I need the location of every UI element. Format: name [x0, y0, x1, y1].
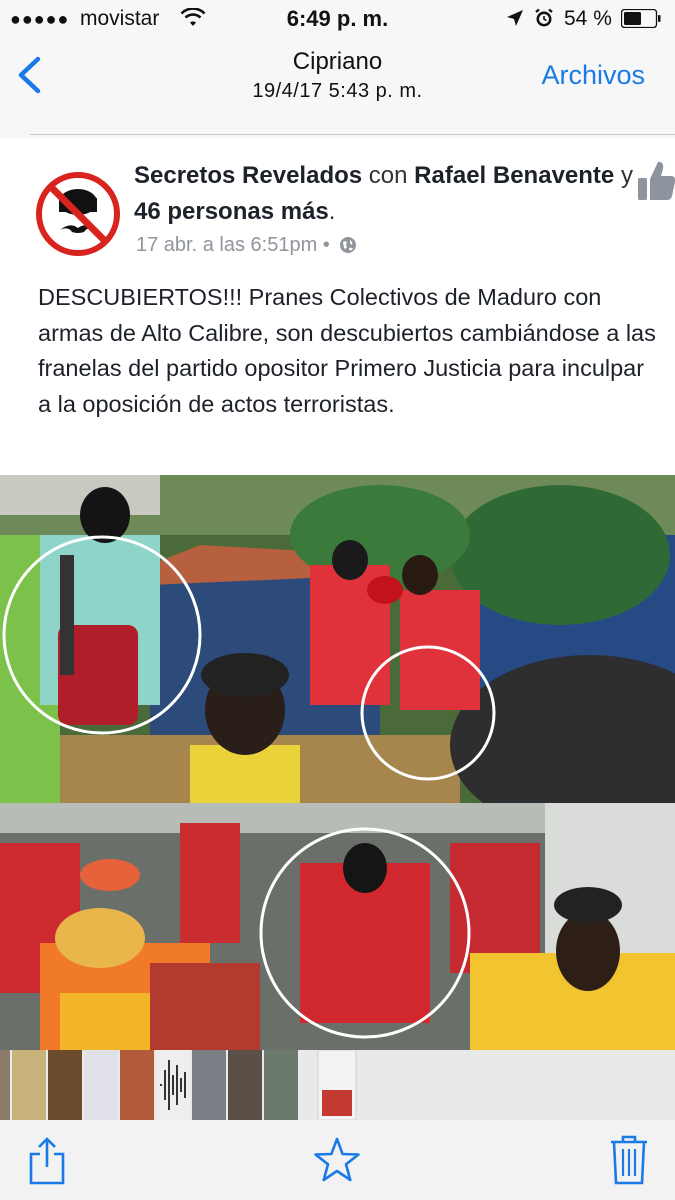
- connector-text: con: [368, 162, 408, 189]
- thumbnail-strip[interactable]: [0, 1050, 675, 1120]
- battery-percentage: 54 %: [564, 7, 612, 30]
- photo-viewer: Secretos Revelados con Rafael Benavente …: [0, 116, 675, 1050]
- star-icon[interactable]: [313, 1136, 361, 1184]
- post-header: Secretos Revelados con Rafael Benavente …: [134, 158, 634, 230]
- location-arrow-icon: [507, 10, 523, 26]
- status-bar: ●●●●● movistar 6:49 p. m. 54 %: [0, 0, 675, 38]
- end-punctuation: .: [328, 198, 336, 225]
- tagged-person-link[interactable]: Rafael Benavente: [414, 162, 614, 189]
- share-icon[interactable]: [28, 1136, 66, 1186]
- facebook-post: Secretos Revelados con Rafael Benavente …: [0, 138, 675, 1050]
- alarm-clock-icon: [535, 8, 553, 27]
- others-link[interactable]: 46 personas más: [134, 198, 329, 225]
- bottom-toolbar: [0, 1120, 675, 1200]
- page-avatar: [36, 172, 120, 256]
- battery-icon: [621, 9, 661, 28]
- post-photo-bottom: [0, 803, 675, 1050]
- navigation-bar: Cipriano 19/4/17 5:43 p. m. Archivos: [0, 38, 675, 116]
- divider: [30, 134, 675, 135]
- meta-separator: •: [322, 234, 330, 256]
- post-timestamp: 17 abr. a las 6:51pm: [136, 234, 318, 256]
- page-name-link[interactable]: Secretos Revelados: [134, 162, 362, 189]
- archivos-button[interactable]: Archivos: [541, 60, 645, 91]
- post-photo-top: [0, 475, 675, 803]
- trash-icon[interactable]: [609, 1134, 649, 1186]
- thumbs-up-icon: [638, 161, 675, 200]
- globe-icon: [340, 237, 357, 253]
- post-meta: 17 abr. a las 6:51pm •: [136, 234, 357, 257]
- and-text: y: [620, 162, 633, 189]
- post-body-text: DESCUBIERTOS!!! Pranes Colectivos de Mad…: [38, 284, 656, 417]
